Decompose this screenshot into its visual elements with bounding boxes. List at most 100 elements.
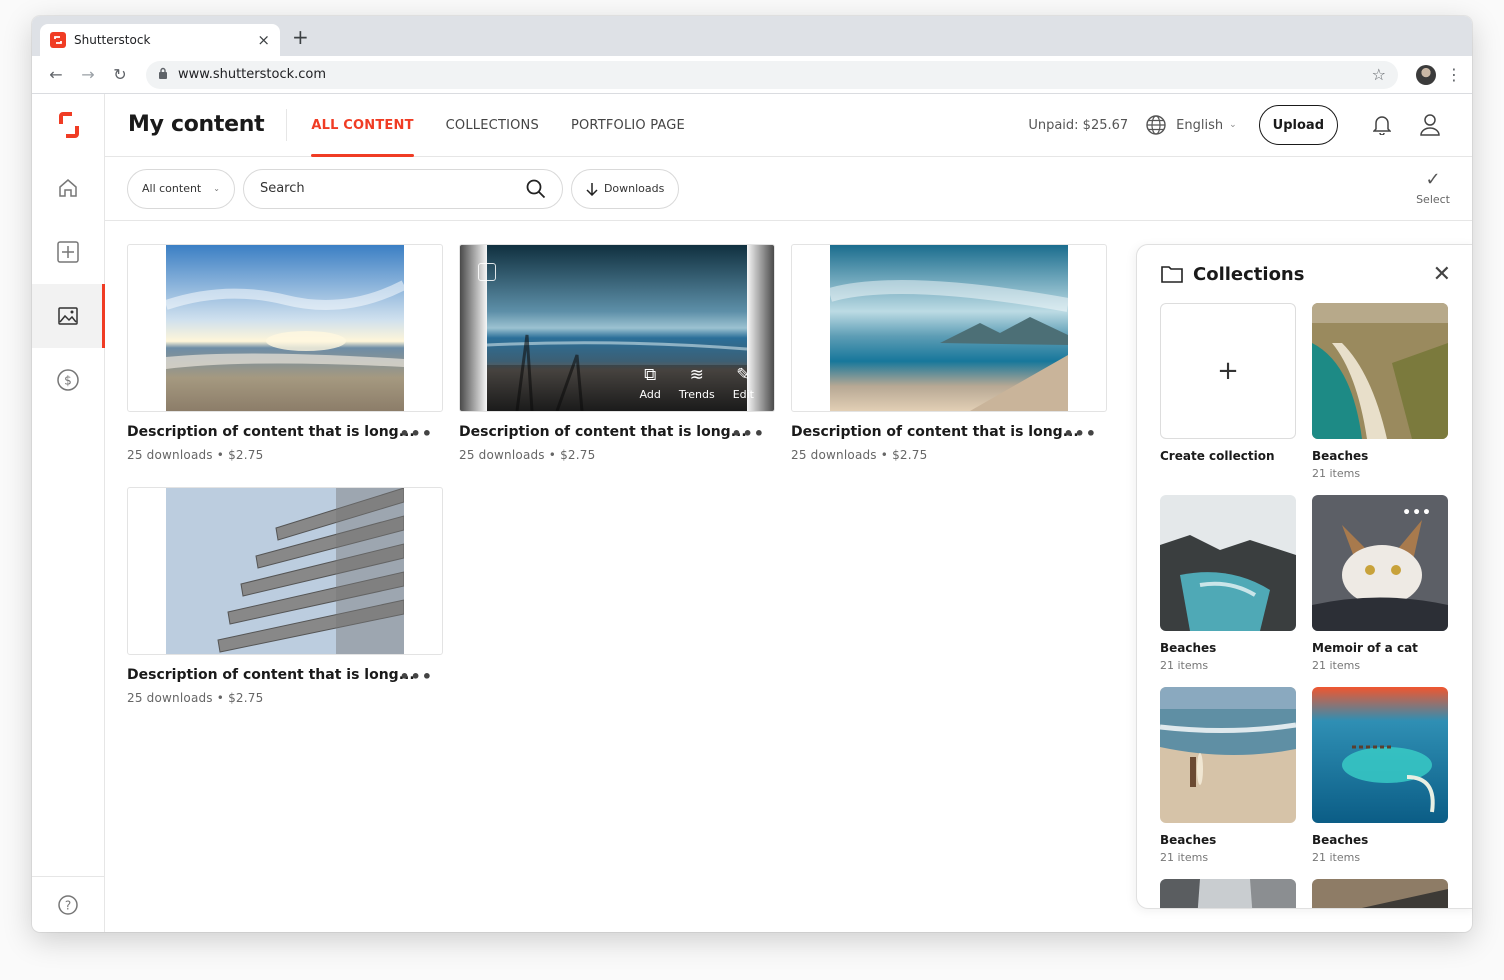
reload-button[interactable]: ↻ [106,61,134,89]
collection-thumbnail[interactable] [1160,495,1296,631]
browser-window: Shutterstock × + ← → ↻ www.shutterstock.… [32,16,1472,932]
browser-toolbar: ← → ↻ www.shutterstock.com ☆ ⋮ [32,56,1472,94]
collection-item[interactable]: Beaches 21 items [1160,687,1296,864]
search-placeholder: Search [259,181,305,196]
content-stats: 25 downloads • $2.75 [127,448,264,462]
browser-tab[interactable]: Shutterstock × [40,24,280,56]
collection-thumbnail[interactable] [1160,687,1296,823]
image-icon [58,307,78,325]
collection-thumbnail[interactable] [1312,303,1448,439]
browser-tabbar: Shutterstock × + [32,16,1472,56]
collection-thumbnail[interactable] [1312,879,1448,908]
check-icon: ✓ [1425,169,1441,190]
account-button[interactable] [1410,105,1450,145]
back-button[interactable]: ← [42,61,70,89]
collection-item[interactable]: ••• Memoir of a cat 21 items [1312,495,1448,672]
trends-button[interactable]: ≋ Trends [679,366,715,401]
nav-add[interactable] [32,220,104,284]
building-image [166,488,404,654]
help-icon[interactable]: ? [58,894,78,915]
stone-image [1312,879,1448,908]
content-type-dropdown[interactable]: All content ⌄ [127,168,235,209]
content-card[interactable]: Description of content that is long... 2… [791,244,1107,462]
folder-icon [1161,266,1183,283]
collection-item[interactable] [1312,879,1448,908]
create-collection-tile[interactable]: + [1160,303,1296,439]
nav-earnings[interactable]: $ [32,348,104,412]
select-button[interactable]: ✓ Select [1416,169,1450,207]
help-area: ? [32,876,104,932]
content-card[interactable]: Description of content that is long... 2… [127,244,443,462]
select-label: Select [1416,193,1450,206]
create-collection-label: Create collection [1160,449,1275,463]
collection-count: 21 items [1312,851,1361,864]
content-thumbnail[interactable] [127,487,443,655]
filter-bar: All content ⌄ Search Downloads ✓ Select [105,157,1472,221]
main-area: My content ALL CONTENT COLLECTIONS PORTF… [105,94,1472,932]
new-tab-button[interactable]: + [292,27,309,47]
collection-thumbnail[interactable]: ••• [1312,495,1448,631]
browser-profile-avatar[interactable] [1416,64,1436,85]
tab-portfolio-page[interactable]: PORTFOLIO PAGE [571,94,685,157]
collection-item[interactable]: Beaches 21 items [1312,687,1448,864]
content-thumbnail[interactable]: ⧉ Add ≋ Trends ✎ Edit [459,244,775,412]
collection-count: 21 items [1312,659,1361,672]
content-stats: 25 downloads • $2.75 [791,448,928,462]
address-bar[interactable]: www.shutterstock.com ☆ [146,60,1398,89]
more-options-icon[interactable]: ••• [399,424,433,443]
more-options-icon[interactable]: ••• [1063,424,1097,443]
forward-button[interactable]: → [74,61,102,89]
search-icon[interactable] [526,179,546,199]
tab-all-content[interactable]: ALL CONTENT [311,94,414,157]
nav-home[interactable] [32,156,104,220]
content-description: Description of content that is long... [791,424,1079,440]
select-checkbox[interactable] [478,263,496,281]
content-thumbnail[interactable] [791,244,1107,412]
content-card[interactable]: Description of content that is long... 2… [127,487,443,705]
collection-count: 21 items [1160,851,1209,864]
edit-button[interactable]: ✎ Edit [733,366,754,401]
collection-item[interactable] [1160,879,1296,908]
language-label: English [1176,117,1224,133]
sort-label: Downloads [603,182,665,195]
collection-thumbnail[interactable] [1312,687,1448,823]
content-type-label: All content [142,182,202,195]
close-icon[interactable]: ✕ [1433,262,1451,287]
content-stats: 25 downloads • $2.75 [127,691,264,705]
action-label: Add [639,388,661,401]
nav-content[interactable] [32,284,105,348]
hover-actions: ⧉ Add ≋ Trends ✎ Edit [622,366,754,401]
crowded-beach-image [830,245,1068,411]
sort-downloads-button[interactable]: Downloads [570,168,680,209]
create-collection[interactable]: + Create collection [1160,303,1296,463]
globe-icon [1146,115,1166,135]
collection-item[interactable]: Beaches 21 items [1160,495,1296,672]
more-options-icon[interactable]: ••• [731,424,765,443]
bookmark-star-icon[interactable]: ☆ [1372,65,1386,84]
collection-name: Beaches [1312,449,1369,463]
add-square-icon [57,241,79,263]
add-to-collection-button[interactable]: ⧉ Add [640,366,661,401]
top-bar: My content ALL CONTENT COLLECTIONS PORTF… [105,94,1472,157]
upload-button[interactable]: Upload [1258,105,1338,145]
more-options-icon[interactable]: ••• [1402,505,1432,521]
notifications-button[interactable] [1362,105,1402,145]
collection-item[interactable]: Beaches 21 items [1312,303,1448,480]
tab-close-icon[interactable]: × [257,31,270,49]
collection-name: Beaches [1160,641,1217,655]
browser-menu-icon[interactable]: ⋮ [1446,65,1462,84]
content-thumbnail[interactable] [127,244,443,412]
side-nav: $ ? [32,94,105,932]
content-meta: Description of content that is long... 2… [459,412,775,462]
bell-icon [1373,116,1391,135]
home-icon [59,179,77,197]
shutterstock-logo[interactable] [32,94,105,156]
island-aerial-image [1312,687,1448,823]
app: $ ? My content ALL CONTENT COLLECTIONS P… [32,94,1472,932]
tab-collections[interactable]: COLLECTIONS [446,94,539,157]
collection-thumbnail[interactable] [1160,879,1296,908]
content-card[interactable]: ⧉ Add ≋ Trends ✎ Edit Description of con… [459,244,775,462]
search-input[interactable]: Search [242,168,563,209]
language-selector[interactable]: English ⌄ [1146,115,1237,135]
more-options-icon[interactable]: ••• [399,667,433,686]
